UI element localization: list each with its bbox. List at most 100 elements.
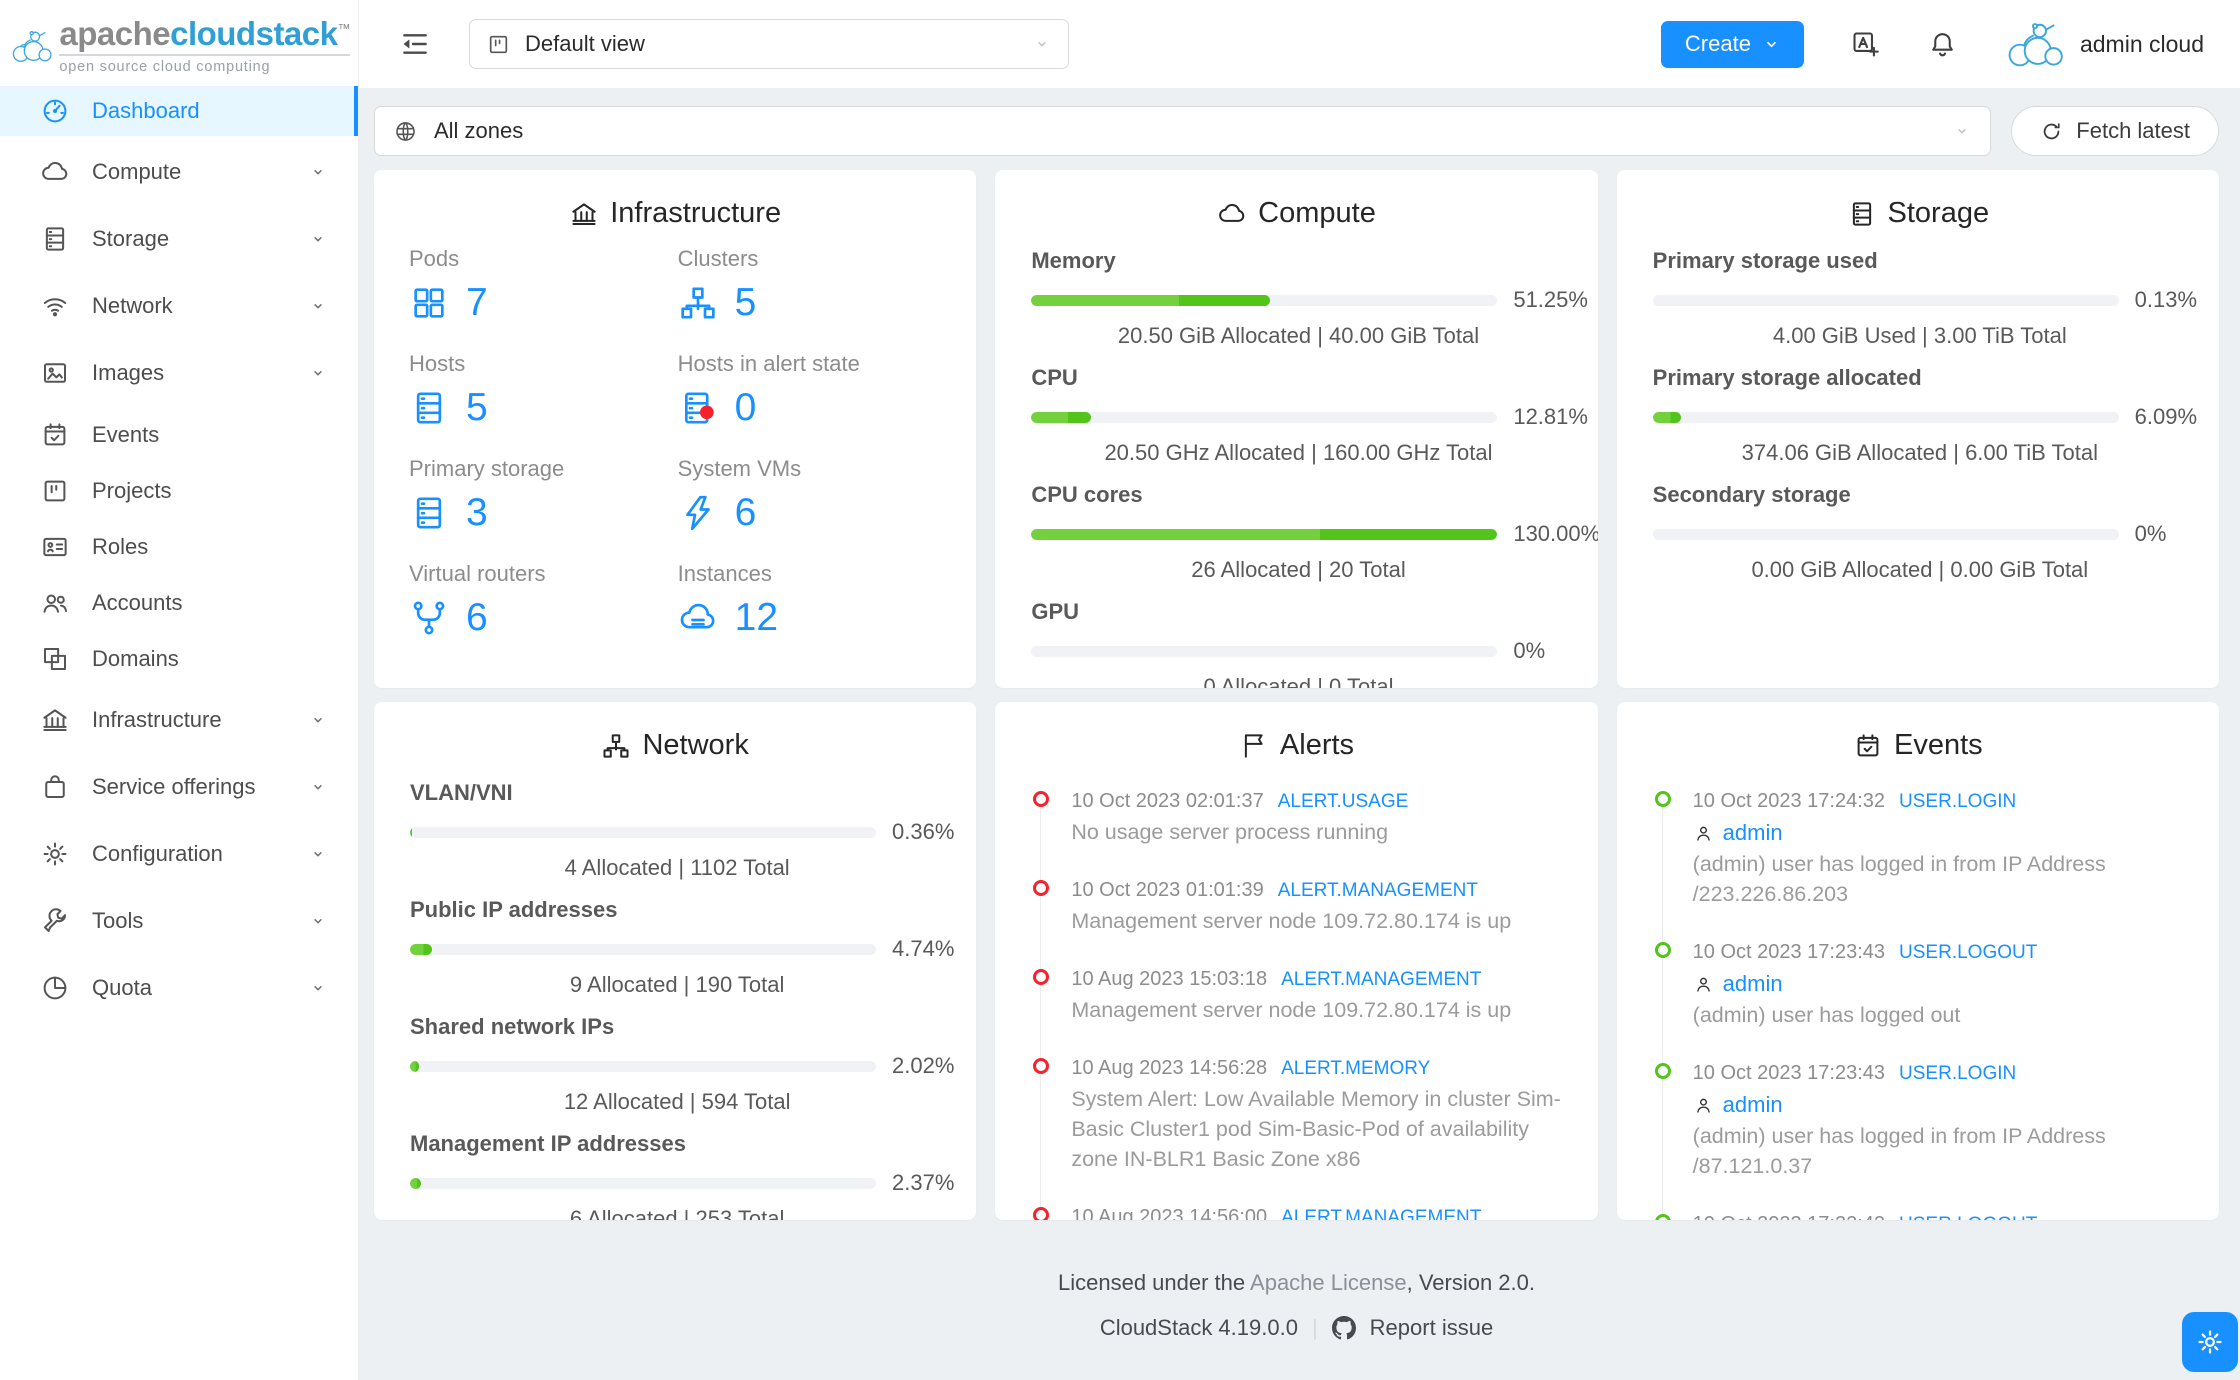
zone-toolbar: All zones Fetch latest: [374, 106, 2219, 156]
meter-label: Primary storage allocated: [1652, 365, 1922, 390]
alert-item: 10 Aug 2023 14:56:28 ALERT.MEMORY System A…: [1033, 1053, 1571, 1174]
compute-card: Compute Memory 51.25% 20.50 GiB Allocated …: [995, 170, 1598, 688]
stat-value-row[interactable]: 5: [678, 281, 947, 325]
zone-select[interactable]: All zones: [374, 106, 1992, 156]
translate-icon[interactable]: [1850, 29, 1881, 60]
sidebar-menu: Dashboard Compute Storage Network Images Even…: [0, 86, 358, 1380]
report-issue-link[interactable]: Report issue: [1370, 1315, 1494, 1341]
sidebar-item-images[interactable]: Images: [0, 343, 358, 403]
sidebar-item-quota[interactable]: Quota: [0, 958, 358, 1018]
item-user-link[interactable]: admin: [1723, 968, 1783, 1000]
item-type-link[interactable]: ALERT.USAGE: [1278, 791, 1409, 812]
item-time-row: 10 Aug 2023 15:03:18 ALERT.MANAGEMENT: [1071, 964, 1571, 995]
sidebar-item-domains[interactable]: Domains: [0, 634, 358, 684]
item-user-row: admin: [1693, 968, 2193, 1000]
chevron-down-icon: [314, 236, 322, 242]
stat-label: Hosts in alert state: [677, 351, 860, 376]
apache-license-link[interactable]: Apache License: [1250, 1270, 1407, 1295]
stat-virtual-routers: Virtual routers 6: [409, 561, 678, 640]
stat-value: 6: [734, 491, 757, 534]
primary-storage-icon: [416, 497, 442, 529]
brand-trademark: ™: [337, 21, 351, 37]
stat-value-row[interactable]: 12: [678, 596, 947, 640]
stat-value-row[interactable]: 7: [409, 281, 678, 325]
sidebar-item-service-offerings[interactable]: Service offerings: [0, 757, 358, 817]
stat-value: 12: [734, 596, 779, 639]
item-type-link[interactable]: USER.LOGOUT: [1899, 942, 2037, 963]
brand-word-cloudstack: cloudstack: [170, 15, 338, 53]
bell-icon[interactable]: [1927, 29, 1958, 60]
item-description: Management server node 109.72.80.174 is …: [1071, 998, 1512, 1022]
alerts-card: Alerts 10 Oct 2023 02:01:37 ALERT.USAGE No…: [995, 702, 1598, 1220]
fetch-latest-button[interactable]: Fetch latest: [2011, 106, 2219, 156]
shopping-bag-icon: [45, 775, 65, 798]
chevron-down-icon: [314, 985, 322, 991]
item-description: (admin) user has logged in from IP Addre…: [1692, 1124, 2106, 1178]
footer-divider: |: [1311, 1315, 1318, 1340]
sidebar-item-network[interactable]: Network: [0, 276, 358, 336]
fetch-latest-label: Fetch latest: [2076, 118, 2190, 143]
meter-percent: 130.00%: [1513, 521, 1598, 546]
sidebar-item-projects[interactable]: Projects: [0, 466, 358, 516]
item-user-link[interactable]: admin: [1723, 817, 1783, 849]
timeline-dot-icon: [1033, 791, 1050, 807]
sidebar-item-storage[interactable]: Storage: [0, 209, 358, 269]
item-timestamp: 10 Aug 2023 14:56:00: [1071, 1206, 1268, 1220]
stat-value-row[interactable]: 0: [678, 386, 947, 430]
database-icon: [45, 227, 65, 251]
meter-subtext: 0.00 GiB Allocated | 0.00 GiB Total: [1751, 557, 2089, 582]
item-type-link[interactable]: ALERT.MANAGEMENT: [1278, 880, 1478, 901]
meter-bar-row: 12.81%: [1031, 404, 1588, 430]
sidebar-item-compute[interactable]: Compute: [0, 142, 358, 202]
meter-percent: 2.02%: [892, 1053, 955, 1078]
menu-fold-icon[interactable]: [399, 28, 431, 60]
header-actions: Create admin cloud: [1660, 19, 2204, 69]
item-time-row: 10 Oct 2023 01:01:39 ALERT.MANAGEMENT: [1071, 875, 1571, 906]
sidebar-item-infrastructure[interactable]: Infrastructure: [0, 690, 358, 750]
sidebar-item-label: Tools: [92, 908, 144, 933]
progress-track: [1031, 528, 1498, 540]
meter-label: Shared network IPs: [410, 1014, 615, 1039]
view-select[interactable]: Default view: [469, 19, 1069, 69]
item-timestamp: 10 Oct 2023 02:01:37: [1071, 790, 1264, 812]
network-card-title: Network: [374, 702, 976, 764]
sidebar-item-dashboard[interactable]: Dashboard: [0, 86, 358, 136]
item-user-link[interactable]: admin: [1723, 1089, 1783, 1121]
item-timestamp: 10 Oct 2023 01:01:39: [1071, 879, 1264, 901]
item-time-row: 10 Aug 2023 14:56:00 ALERT.MANAGEMENT: [1071, 1202, 1571, 1220]
brand-logo[interactable]: apachecloudstack™ open source cloud comp…: [0, 0, 358, 86]
item-type-link[interactable]: ALERT.MEMORY: [1281, 1058, 1430, 1079]
timeline-dot-icon: [1654, 1063, 1671, 1079]
alert-item: 10 Aug 2023 15:03:18 ALERT.MANAGEMENT Mana…: [1033, 964, 1571, 1025]
stat-value-row[interactable]: 3: [409, 491, 678, 535]
cluster-icon: [680, 287, 715, 319]
sidebar-item-tools[interactable]: Tools: [0, 891, 358, 951]
sidebar-item-roles[interactable]: Roles: [0, 522, 358, 572]
item-type-link[interactable]: ALERT.MANAGEMENT: [1281, 969, 1481, 990]
settings-fab-button[interactable]: [2182, 1312, 2238, 1372]
infrastructure-card-title: Infrastructure: [374, 170, 976, 232]
item-type-link[interactable]: USER.LOGIN: [1899, 1063, 2016, 1084]
stat-label: Pods: [409, 246, 460, 271]
sidebar-item-label: Accounts: [92, 590, 183, 615]
item-type-link[interactable]: USER.LOGIN: [1899, 791, 2016, 812]
user-avatar-mascot[interactable]: [2002, 19, 2068, 69]
meter-primary-storage-allocated: Primary storage allocated 6.09% 374.06 GiB…: [1617, 365, 2219, 466]
item-timestamp: 10 Oct 2023 17:23:43: [1692, 1062, 1886, 1084]
user-name[interactable]: admin cloud: [2080, 31, 2204, 58]
progress-fill: [410, 1060, 420, 1072]
sidebar-item-configuration[interactable]: Configuration: [0, 824, 358, 884]
event-item: 10 Oct 2023 17:24:32 USER.LOGIN admin (admi…: [1654, 786, 2193, 909]
sidebar-item-accounts[interactable]: Accounts: [0, 578, 358, 628]
create-button[interactable]: Create: [1660, 20, 1804, 68]
sidebar-item-label: Storage: [92, 226, 170, 251]
stat-value-row[interactable]: 6: [678, 491, 947, 535]
stat-value-row[interactable]: 6: [409, 596, 678, 640]
item-type-link[interactable]: ALERT.MANAGEMENT: [1281, 1207, 1481, 1220]
sidebar-item-events[interactable]: Events: [0, 410, 358, 460]
item-type-link[interactable]: USER.LOGOUT: [1899, 1214, 2037, 1220]
cloud-icon: [1219, 203, 1245, 222]
meter-subtext: 0 Allocated | 0 Total: [1203, 674, 1394, 688]
stat-value-row[interactable]: 5: [409, 386, 678, 430]
progress-track: [1031, 645, 1498, 657]
